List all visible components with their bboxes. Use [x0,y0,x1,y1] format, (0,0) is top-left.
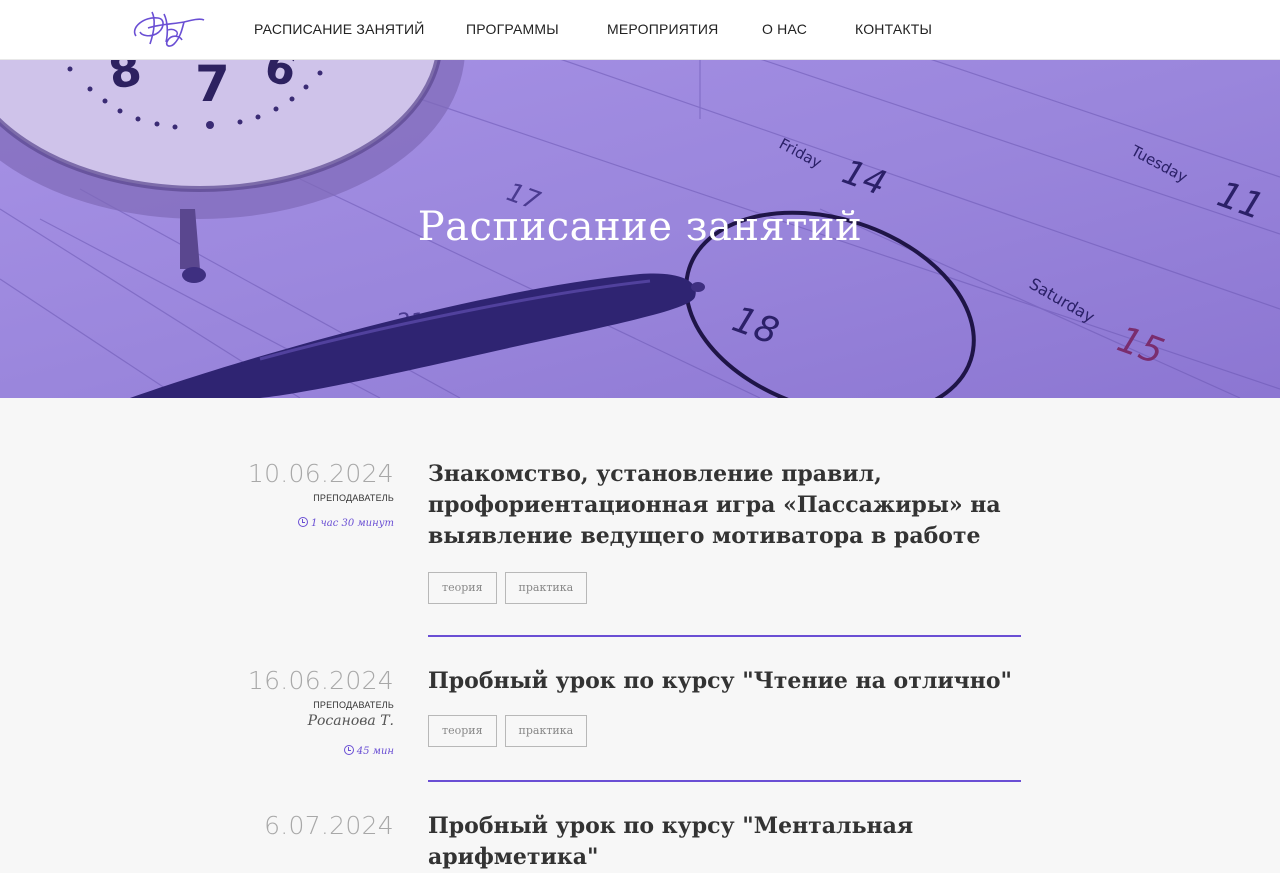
entry-date: 6.07.2024 [264,811,394,840]
hero-banner: 8 7 6 Friday 14 Tuesday 11 17 18 Saturda… [0,59,1280,398]
logo-icon[interactable] [128,6,208,52]
entry-divider [428,780,1021,782]
nav-item-about[interactable]: О НАС [762,21,807,37]
clock-icon [297,517,308,527]
entry-divider [428,635,1021,637]
entry-meta: 16.06.2024 ПРЕПОДАВАТЕЛЬ Росанова Т. 45 … [200,666,394,757]
entry-content: Знакомство, установление правил, профори… [428,459,1021,604]
duration-text: 1 час 30 минут [310,518,394,529]
nav-item-events[interactable]: МЕРОПРИЯТИЯ [607,21,718,37]
nav-item-contacts[interactable]: КОНТАКТЫ [855,21,932,37]
page-title: Расписание занятий [417,204,863,250]
clock-icon [343,745,354,755]
entry-date: 16.06.2024 [247,666,394,695]
site-header: РАСПИСАНИЕ ЗАНЯТИЙ ПРОГРАММЫ МЕРОПРИЯТИЯ… [0,0,1280,60]
entry-date: 10.06.2024 [247,459,394,488]
entry-duration: 45 мин [200,745,394,757]
tag-theory[interactable]: теория [428,715,497,747]
entry-meta: 10.06.2024 ПРЕПОДАВАТЕЛЬ 1 час 30 минут [200,459,394,529]
entry-meta: 6.07.2024 [200,811,394,841]
entry-content: Пробный урок по курсу "Ментальная арифме… [428,811,1021,873]
entry-title[interactable]: Пробный урок по курсу "Ментальная арифме… [428,811,1021,873]
nav-item-programs[interactable]: ПРОГРАММЫ [466,21,559,37]
entry-content: Пробный урок по курсу "Чтение на отлично… [428,666,1021,747]
tag-practice[interactable]: практика [504,572,588,604]
entry-tags: теория практика [428,715,1021,747]
svg-text:7: 7 [195,59,230,113]
nav-item-schedule[interactable]: РАСПИСАНИЕ ЗАНЯТИЙ [254,21,425,37]
tag-practice[interactable]: практика [504,715,588,747]
entry-title[interactable]: Знакомство, установление правил, профори… [428,459,1021,552]
schedule-list: 10.06.2024 ПРЕПОДАВАТЕЛЬ 1 час 30 минут … [0,398,1280,870]
duration-text: 45 мин [356,746,394,757]
teacher-label: ПРЕПОДАВАТЕЛЬ [313,700,394,710]
teacher-label: ПРЕПОДАВАТЕЛЬ [313,493,394,503]
tag-theory[interactable]: теория [428,572,497,604]
entry-duration: 1 час 30 минут [200,517,394,529]
entry-tags: теория практика [428,572,1021,604]
teacher-name: Росанова Т. [307,713,394,729]
entry-title[interactable]: Пробный урок по курсу "Чтение на отлично… [428,666,1021,697]
